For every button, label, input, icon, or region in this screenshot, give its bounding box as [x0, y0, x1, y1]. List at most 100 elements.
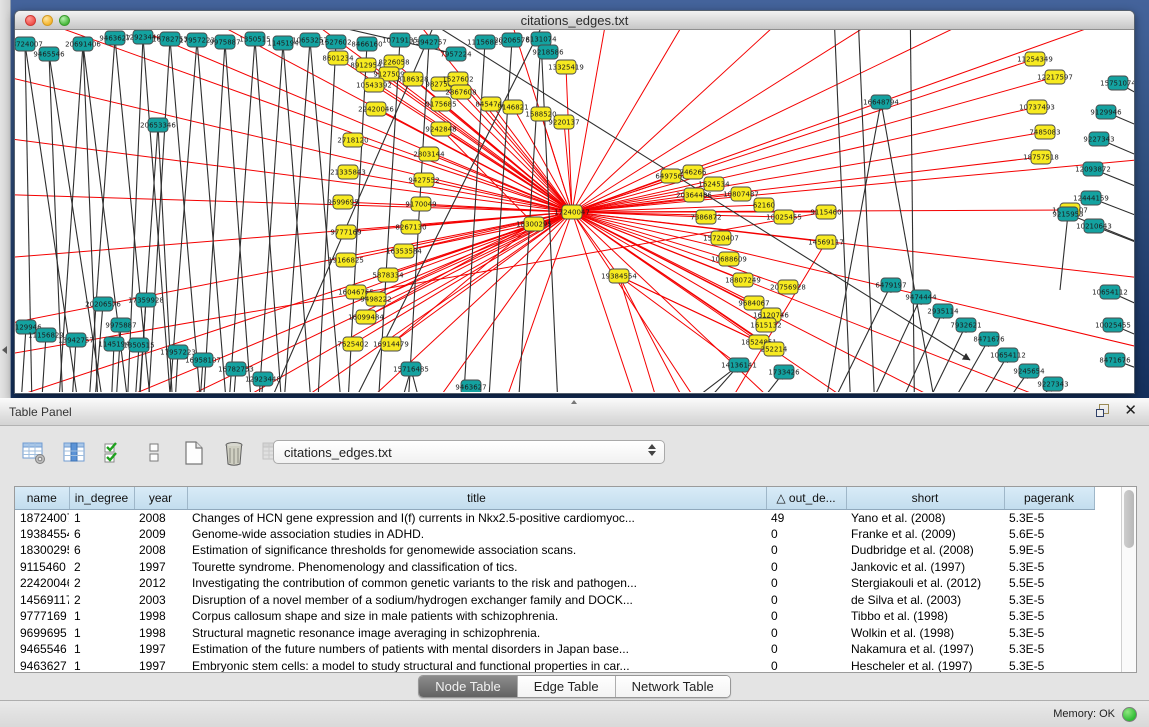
cell-out-degree[interactable]: 0 [766, 608, 846, 625]
graph-edge[interactable] [458, 79, 572, 212]
graph-node[interactable]: 9115460 [810, 205, 841, 219]
cell-title[interactable]: Investigating the contribution of common… [187, 575, 766, 592]
memory-ok-indicator-icon[interactable] [1122, 707, 1137, 722]
new-table-button[interactable] [180, 438, 208, 468]
cell-in-degree[interactable]: 1 [69, 509, 134, 526]
network-window[interactable]: citations_edges.txt 17240047183002951938… [14, 10, 1135, 394]
cell-name[interactable]: 9465546 [15, 641, 69, 658]
graph-edge[interactable] [225, 39, 255, 392]
graph-node[interactable]: 9227343 [1037, 377, 1068, 391]
table-vertical-scrollbar[interactable] [1121, 487, 1136, 673]
tab-node-table[interactable]: Node Table [419, 676, 518, 697]
cell-name[interactable]: 9777169 [15, 608, 69, 625]
cell-in-degree[interactable]: 2 [69, 592, 134, 609]
table-select-dropdown[interactable]: citations_edges.txt [273, 440, 665, 464]
graph-edge[interactable] [572, 107, 1037, 212]
cell-year[interactable]: 1998 [134, 608, 187, 625]
panel-splitter-handle[interactable] [569, 400, 579, 406]
cell-pagerank[interactable]: 5.3E-5 [1004, 608, 1094, 625]
scrollbar-thumb[interactable] [1124, 490, 1134, 548]
cell-year[interactable]: 1997 [134, 641, 187, 658]
cell-pagerank[interactable]: 5.9E-5 [1004, 542, 1094, 559]
cell-year[interactable]: 1998 [134, 625, 187, 642]
cell-name[interactable]: 9699695 [15, 625, 69, 642]
unselect-all-button[interactable] [140, 438, 168, 468]
graph-edge[interactable] [20, 327, 26, 392]
graph-node[interactable]: 8601234 [322, 51, 354, 65]
tab-network-table[interactable]: Network Table [616, 676, 730, 697]
graph-node[interactable]: 8267130 [395, 220, 426, 234]
graph-edge[interactable] [619, 276, 675, 392]
graph-edge[interactable] [165, 40, 197, 392]
cell-out-degree[interactable]: 0 [766, 542, 846, 559]
cell-in-degree[interactable]: 2 [69, 575, 134, 592]
graph-edge[interactable] [900, 325, 966, 392]
column-header-short[interactable]: short [846, 487, 1004, 509]
graph-node[interactable]: 5878334 [372, 268, 404, 282]
table-row[interactable]: 911546021997Tourette syndrome. Phenomeno… [15, 559, 1094, 576]
graph-node[interactable]: 20653346 [140, 118, 176, 132]
table-row[interactable]: 977716911998Corpus callosum shape and si… [15, 608, 1094, 625]
graph-node[interactable]: 2935114 [927, 304, 959, 318]
cell-short[interactable]: Franke et al. (2009) [846, 526, 1004, 543]
cell-pagerank[interactable]: 5.3E-5 [1004, 559, 1094, 576]
graph-node[interactable]: 2718120 [337, 133, 368, 147]
graph-node[interactable]: 9463627 [455, 380, 486, 392]
graph-node[interactable]: 7625402 [337, 337, 368, 351]
graph-edge[interactable] [619, 276, 715, 392]
table-row[interactable]: 946362711997Embryonic stem cells: a mode… [15, 658, 1094, 674]
graph-node[interactable]: 10688609 [711, 252, 747, 266]
show-column-button[interactable] [60, 438, 88, 468]
graph-node[interactable]: 12923448 [245, 372, 281, 386]
cell-out-degree[interactable]: 0 [766, 575, 846, 592]
column-header-in-degree[interactable]: in_degree [69, 487, 134, 509]
cell-short[interactable]: Stergiakouli et al. (2012) [846, 575, 1004, 592]
cell-short[interactable]: Yano et al. (2008) [846, 509, 1004, 526]
cell-in-degree[interactable]: 1 [69, 608, 134, 625]
graph-edge[interactable] [566, 67, 572, 212]
cell-name[interactable]: 19384554 [15, 526, 69, 543]
graph-node[interactable]: 746266 [680, 165, 707, 179]
graph-node[interactable]: 17359928 [128, 293, 164, 307]
cell-title[interactable]: Estimation of the future numbers of pati… [187, 641, 766, 658]
network-canvas[interactable]: 1724004718300295193845548601234891295482… [15, 30, 1134, 392]
cell-pagerank[interactable]: 5.3E-5 [1004, 658, 1094, 674]
graph-node[interactable]: 20691406 [65, 37, 101, 51]
graph-node[interactable]: 14136141 [721, 358, 757, 372]
graph-edge[interactable] [572, 212, 1134, 392]
graph-edge[interactable] [170, 39, 205, 392]
cell-out-degree[interactable]: 0 [766, 641, 846, 658]
cell-title[interactable]: Disruption of a novel member of a sodium… [187, 592, 766, 609]
cell-in-degree[interactable]: 1 [69, 658, 134, 674]
network-window-titlebar[interactable]: citations_edges.txt [15, 11, 1134, 30]
table-mode-button[interactable] [20, 438, 48, 468]
graph-node[interactable]: 9465546 [33, 47, 65, 61]
cell-name[interactable]: 18724007 [15, 509, 69, 526]
graph-edge[interactable] [40, 335, 46, 392]
network-canvas-svg[interactable]: 1724004718300295193845548601234891295482… [15, 30, 1134, 392]
cell-in-degree[interactable]: 2 [69, 559, 134, 576]
graph-edge[interactable] [845, 297, 921, 392]
graph-node[interactable]: 252214 [761, 342, 788, 356]
cell-year[interactable]: 2008 [134, 542, 187, 559]
cell-in-degree[interactable]: 6 [69, 542, 134, 559]
cell-title[interactable]: Embryonic stem cells: a model to study s… [187, 658, 766, 674]
graph-edge[interactable] [572, 59, 1035, 212]
cell-short[interactable]: de Silva et al. (2003) [846, 592, 1004, 609]
cell-year[interactable]: 1997 [134, 658, 187, 674]
cell-pagerank[interactable]: 5.3E-5 [1004, 641, 1094, 658]
table-row[interactable]: 1938455462009Genome-wide association stu… [15, 526, 1094, 543]
graph-node[interactable]: 1733426 [768, 365, 800, 379]
graph-node[interactable]: 9175685 [425, 97, 456, 111]
cell-pagerank[interactable]: 5.5E-5 [1004, 575, 1094, 592]
cell-year[interactable]: 2009 [134, 526, 187, 543]
graph-node[interactable]: 12217597 [1037, 70, 1073, 84]
graph-edge[interactable] [485, 40, 512, 392]
cell-pagerank[interactable]: 5.3E-5 [1004, 592, 1094, 609]
cell-short[interactable]: Hescheler et al. (1997) [846, 658, 1004, 674]
graph-node[interactable]: 8471676 [973, 332, 1005, 346]
graph-node[interactable]: 11254349 [1017, 52, 1053, 66]
column-header-pagerank[interactable]: pagerank [1004, 487, 1094, 509]
column-header-year[interactable]: year [134, 487, 187, 509]
graph-edge[interactable] [920, 339, 989, 392]
